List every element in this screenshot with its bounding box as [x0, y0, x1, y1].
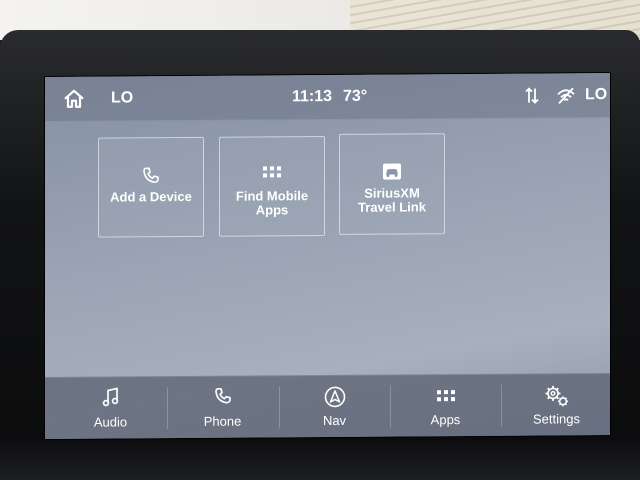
home-icon — [64, 89, 84, 108]
wifi-off-icon — [556, 73, 576, 117]
nav-navigation-label: Nav — [322, 412, 347, 429]
car-icon — [340, 162, 444, 183]
background-shutter — [350, 0, 640, 34]
find-mobile-apps-tile[interactable]: Find Mobile Apps — [219, 136, 325, 237]
nav-apps-label: Apps — [430, 412, 461, 428]
phone-icon — [99, 166, 203, 187]
apps-grid-icon — [220, 165, 324, 186]
add-device-label: Add a Device — [110, 188, 192, 205]
climate-right-temp[interactable]: LO — [585, 73, 607, 117]
gear-icon — [501, 384, 610, 409]
add-device-tile[interactable]: Add a Device — [98, 136, 204, 238]
nav-navigation-button[interactable]: Nav — [279, 376, 390, 439]
sort-arrows-icon — [525, 74, 539, 118]
nav-phone-button[interactable]: Phone — [167, 376, 278, 439]
music-note-icon — [55, 387, 166, 412]
nav-phone-label: Phone — [203, 413, 242, 429]
nav-audio-button[interactable]: Audio — [55, 377, 166, 439]
navigation-arrow-icon — [279, 386, 390, 411]
apps-grid-icon — [390, 385, 501, 410]
nav-settings-button[interactable]: Settings — [501, 374, 610, 437]
climate-left-temp[interactable]: LO — [111, 76, 133, 120]
nav-audio-label: Audio — [93, 414, 128, 430]
status-bar: LO 11:13 73° LO — [45, 73, 610, 122]
home-button[interactable] — [61, 77, 87, 121]
find-mobile-apps-label: Find Mobile Apps — [235, 188, 309, 218]
siriusxm-travel-link-label: SiriusXM Travel Link — [358, 185, 426, 215]
bottom-nav-bar: Audio Phone Nav Apps Settings — [45, 373, 610, 439]
clock: 11:13 — [292, 87, 333, 106]
nav-apps-button[interactable]: Apps — [390, 375, 501, 438]
nav-settings-label: Settings — [533, 411, 580, 427]
outside-temperature: 73° — [343, 87, 368, 105]
infotainment-screen: LO 11:13 73° LO Add a Device Find Mobile… — [45, 73, 610, 439]
siriusxm-travel-link-tile[interactable]: SiriusXM Travel Link — [339, 133, 445, 235]
phone-icon — [167, 386, 278, 411]
dashboard-trim — [0, 440, 640, 480]
